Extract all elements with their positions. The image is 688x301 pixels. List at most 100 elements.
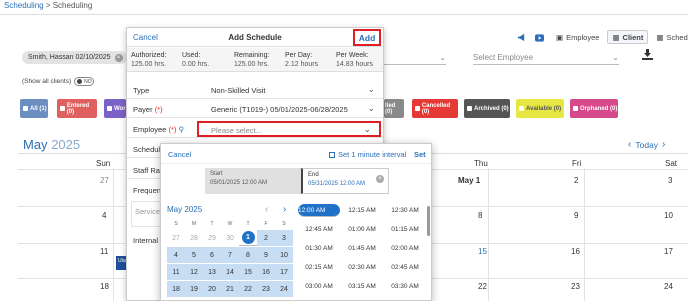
- search-icon[interactable]: ⚲: [178, 125, 184, 134]
- calendar-day[interactable]: 9: [574, 211, 578, 220]
- calendar-day[interactable]: 15: [478, 247, 487, 256]
- calendar-day[interactable]: 4: [102, 211, 106, 220]
- picker-day[interactable]: 21: [221, 281, 239, 297]
- status-filter-all[interactable]: All (1): [20, 99, 48, 118]
- time-option[interactable]: 12:45 AM: [298, 226, 340, 233]
- calendar-day[interactable]: May 1: [458, 176, 480, 185]
- picker-day[interactable]: 13: [203, 264, 221, 280]
- calendar-day[interactable]: 11: [100, 247, 108, 256]
- picker-day[interactable]: 11: [167, 264, 185, 280]
- tab-client-label: Client: [622, 32, 644, 42]
- megaphone-icon[interactable]: [517, 33, 526, 42]
- picker-day[interactable]: 3: [275, 230, 293, 246]
- time-option[interactable]: 02:00 AM: [384, 245, 426, 252]
- tab-schedules-label: Schedules: [666, 32, 688, 42]
- picker-day[interactable]: 16: [257, 264, 275, 280]
- chevron-left-icon[interactable]: ‹: [265, 204, 268, 215]
- employee-select-input[interactable]: Please select... ⌄: [197, 121, 381, 137]
- picker-day[interactable]: 19: [185, 281, 203, 297]
- calendar-day[interactable]: 27: [100, 176, 109, 185]
- time-option[interactable]: 12:15 AM: [341, 207, 383, 214]
- status-filter-available[interactable]: Available (0): [516, 99, 564, 118]
- picker-day[interactable]: 28: [185, 230, 203, 246]
- time-option-selected[interactable]: 12:00 AM: [298, 204, 340, 217]
- calendar-day[interactable]: 3: [668, 176, 672, 185]
- status-filter-orphaned[interactable]: Orphaned (0): [570, 99, 618, 118]
- time-option[interactable]: 01:00 AM: [341, 226, 383, 233]
- picker-day[interactable]: 5: [185, 247, 203, 263]
- calendar-day[interactable]: 8: [478, 211, 482, 220]
- picker-day[interactable]: 15: [239, 264, 257, 280]
- picker-day[interactable]: 2: [257, 230, 275, 246]
- picker-day[interactable]: 6: [203, 247, 221, 263]
- chevron-right-icon[interactable]: ›: [662, 139, 665, 150]
- tab-employee[interactable]: ▣ Employee: [552, 30, 603, 44]
- picker-day-selected[interactable]: 1: [239, 230, 257, 246]
- picker-day[interactable]: 18: [167, 281, 185, 297]
- download-icon[interactable]: [641, 48, 653, 60]
- picker-day[interactable]: 14: [221, 264, 239, 280]
- time-option[interactable]: 03:00 AM: [298, 283, 340, 290]
- client-chip[interactable]: Smith, Hassan 02/10/2025 ×: [22, 51, 127, 64]
- close-icon[interactable]: ×: [114, 53, 123, 62]
- time-option[interactable]: 02:15 AM: [298, 264, 340, 271]
- picker-day[interactable]: 30: [221, 230, 239, 246]
- modal-add-button[interactable]: Add: [353, 29, 381, 46]
- picker-day[interactable]: 29: [203, 230, 221, 246]
- tab-schedules[interactable]: ▦Schedules: [652, 30, 688, 44]
- status-filter-working[interactable]: Wor: [104, 99, 126, 118]
- picker-day[interactable]: 9: [257, 247, 275, 263]
- tab-client[interactable]: ▦ Client: [607, 30, 649, 44]
- status-filter-entered[interactable]: Entered (0): [57, 99, 97, 118]
- end-date-box[interactable]: End 05/31/2025 12:00 AM ×: [301, 168, 389, 194]
- picker-day[interactable]: 17: [275, 264, 293, 280]
- chevron-left-icon[interactable]: ‹: [628, 139, 631, 150]
- client-select-right[interactable]: ⌄: [384, 51, 446, 65]
- start-date-box[interactable]: Start 05/01/2025 12:00 AM: [205, 168, 301, 194]
- calendar-day[interactable]: 2: [574, 176, 578, 185]
- status-filter-archived[interactable]: Archived (0): [464, 99, 510, 118]
- picker-day[interactable]: 12: [185, 264, 203, 280]
- picker-day[interactable]: 20: [203, 281, 221, 297]
- calendar-day[interactable]: 22: [478, 282, 487, 291]
- type-row[interactable]: Type Non-Skilled Visit ⌄: [127, 81, 383, 99]
- time-scrollbar[interactable]: [427, 206, 430, 236]
- employee-select[interactable]: Select Employee ⌄: [473, 51, 619, 65]
- time-option[interactable]: 03:15 AM: [341, 283, 383, 290]
- time-option[interactable]: 03:30 AM: [384, 283, 426, 290]
- picker-day[interactable]: 10: [275, 247, 293, 263]
- breadcrumb-root[interactable]: Scheduling: [4, 1, 44, 10]
- picker-day[interactable]: 23: [257, 281, 275, 297]
- picker-day[interactable]: 22: [239, 281, 257, 297]
- time-option[interactable]: 01:45 AM: [341, 245, 383, 252]
- picker-day[interactable]: 4: [167, 247, 185, 263]
- picker-day[interactable]: 27: [167, 230, 185, 246]
- calendar-day[interactable]: 18: [100, 282, 109, 291]
- calendar-day[interactable]: 10: [664, 211, 673, 220]
- picker-day[interactable]: 7: [221, 247, 239, 263]
- calendar-day[interactable]: 17: [664, 247, 673, 256]
- picker-set-button[interactable]: Set: [414, 150, 426, 159]
- video-icon[interactable]: [535, 33, 544, 42]
- payer-row[interactable]: Payer (*) Generic (T1019-) 05/01/2025-06…: [127, 100, 383, 118]
- time-option[interactable]: 02:30 AM: [341, 264, 383, 271]
- calendar-day[interactable]: 24: [664, 282, 673, 291]
- time-option[interactable]: 12:30 AM: [384, 207, 426, 214]
- picker-day[interactable]: 24: [275, 281, 293, 297]
- picker-day[interactable]: 8: [239, 247, 257, 263]
- status-filter-filled[interactable]: lled (0): [384, 99, 404, 118]
- calendar-event[interactable]: Uta: [116, 256, 126, 270]
- chevron-right-icon[interactable]: ›: [283, 204, 286, 215]
- status-filter-cancelled[interactable]: Cancelled (0): [412, 99, 458, 118]
- today-button[interactable]: Today: [635, 140, 658, 150]
- checkbox-icon[interactable]: [329, 151, 335, 158]
- clear-icon[interactable]: ×: [376, 175, 384, 183]
- minute-interval-toggle[interactable]: Set 1 minute interval: [329, 150, 406, 159]
- calendar-day[interactable]: 23: [571, 282, 580, 291]
- time-option[interactable]: 01:15 AM: [384, 226, 426, 233]
- picker-cancel-button[interactable]: Cancel: [168, 150, 191, 159]
- time-option[interactable]: 02:45 AM: [384, 264, 426, 271]
- calendar-day[interactable]: 16: [571, 247, 580, 256]
- show-all-toggle[interactable]: NO: [74, 77, 95, 86]
- time-option[interactable]: 01:30 AM: [298, 245, 340, 252]
